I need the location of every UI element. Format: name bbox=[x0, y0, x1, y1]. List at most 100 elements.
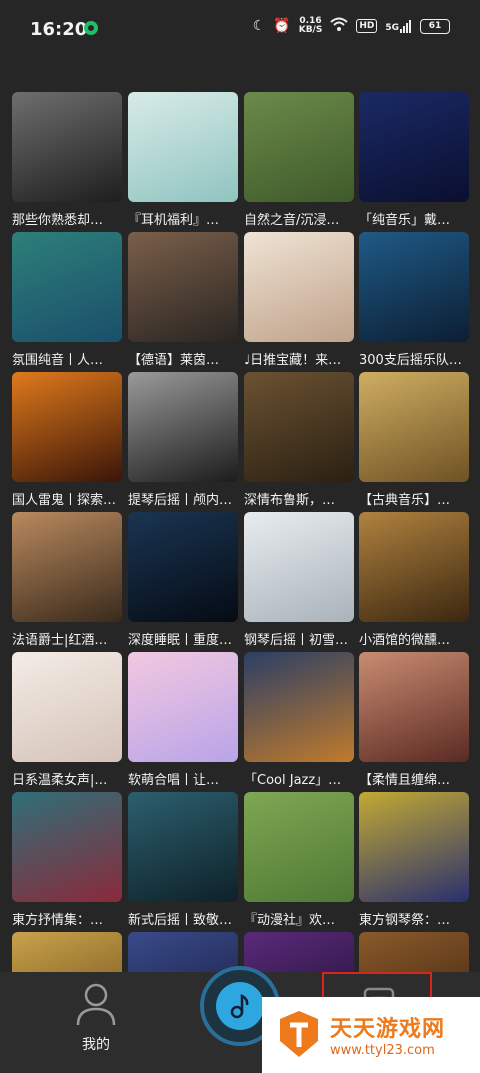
playlist-cover-image bbox=[244, 792, 354, 902]
alarm-icon: ⏰ bbox=[273, 18, 291, 34]
playlist-card[interactable]: 東方抒情集：… bbox=[12, 792, 122, 928]
playlist-card[interactable]: 法语爵士|红酒… bbox=[12, 512, 122, 648]
music-note-icon bbox=[216, 982, 264, 1030]
playlist-card[interactable]: 深度睡眠丨重度… bbox=[128, 512, 238, 648]
playlist-cover-image bbox=[128, 792, 238, 902]
playlist-cover-image bbox=[359, 652, 469, 762]
playlist-cover-image bbox=[359, 232, 469, 342]
watermark: 天天游戏网 www.ttyl23.com bbox=[262, 997, 480, 1073]
playlist-grid: 那些你熟悉却… 『耳机福利』… 自然之音/沉浸… 「纯音乐」戴… 氛围纯音丨人… 【德语】… bbox=[0, 92, 480, 972]
playlist-cover-image bbox=[12, 792, 122, 902]
playlist-card[interactable]: 深情布鲁斯，… bbox=[244, 372, 354, 508]
playlist-cover-image bbox=[128, 932, 238, 972]
playlist-title: ♩日推宝藏！来… bbox=[244, 353, 342, 368]
playlist-cover-image bbox=[359, 792, 469, 902]
playlist-title: 氛围纯音丨人… bbox=[12, 353, 104, 368]
playlist-card[interactable]: 小酒馆的微醺… bbox=[359, 512, 469, 648]
playlist-card[interactable]: ♩日推宝藏！来… bbox=[244, 232, 354, 368]
playlist-card[interactable] bbox=[244, 932, 354, 972]
playlist-title: 「纯音乐」戴… bbox=[359, 213, 451, 228]
playlist-card[interactable]: 『动漫社』欢… bbox=[244, 792, 354, 928]
playlist-title: 那些你熟悉却… bbox=[12, 213, 104, 228]
playlist-title: 法语爵士|红酒… bbox=[12, 633, 108, 648]
playlist-card[interactable]: 日系温柔女声|… bbox=[12, 652, 122, 788]
playlist-title: 『耳机福利』… bbox=[128, 213, 220, 228]
wifi-icon bbox=[330, 17, 348, 35]
playlist-cover-image bbox=[128, 232, 238, 342]
app-notification-icon bbox=[84, 21, 98, 35]
tab-me[interactable]: 我的 bbox=[56, 982, 136, 1054]
watermark-url: www.ttyl23.com bbox=[330, 1043, 435, 1058]
playlist-card[interactable]: 软萌合唱丨让… bbox=[128, 652, 238, 788]
playlist-title: 【古典音乐】… bbox=[359, 493, 451, 508]
playlist-title: 钢琴后摇丨初雪… bbox=[244, 633, 349, 648]
playlist-title: 小酒馆的微醺… bbox=[359, 633, 451, 648]
playlist-title: 国人雷鬼丨探索… bbox=[12, 493, 117, 508]
net-speed: 0.16 KB/S bbox=[299, 17, 323, 35]
playlist-cover-image bbox=[359, 932, 469, 972]
playlist-card[interactable]: 自然之音/沉浸… bbox=[244, 92, 354, 228]
signal-type: 5G bbox=[385, 22, 399, 33]
playlist-cover-image bbox=[244, 652, 354, 762]
playlist-title: 東方钢琴祭：… bbox=[359, 913, 451, 928]
playlist-cover-image bbox=[128, 92, 238, 202]
playlist-title: 【德语】莱茵… bbox=[128, 353, 220, 368]
playlist-card[interactable]: 新式后摇丨致敬… bbox=[128, 792, 238, 928]
tab-me-label: 我的 bbox=[82, 1037, 110, 1053]
playlist-card[interactable]: 提琴后摇丨颅内… bbox=[128, 372, 238, 508]
playlist-card[interactable] bbox=[128, 932, 238, 972]
playlist-cover-image bbox=[244, 932, 354, 972]
playlist-title: 深情布鲁斯，… bbox=[244, 493, 336, 508]
user-icon bbox=[76, 983, 116, 1026]
playlist-card[interactable]: 300支后摇乐队… bbox=[359, 232, 469, 368]
playlist-card[interactable]: 【德语】莱茵… bbox=[128, 232, 238, 368]
moon-icon: ☾ bbox=[252, 18, 266, 34]
playlist-card[interactable] bbox=[12, 932, 122, 972]
playlist-cover-image bbox=[244, 232, 354, 342]
playlist-card[interactable]: 【柔情且缠绵… bbox=[359, 652, 469, 788]
playlist-cover-image bbox=[244, 92, 354, 202]
playlist-card[interactable]: 「纯音乐」戴… bbox=[359, 92, 469, 228]
playlist-card[interactable]: 国人雷鬼丨探索… bbox=[12, 372, 122, 508]
playlist-cover-image bbox=[12, 232, 122, 342]
playlist-card[interactable]: 钢琴后摇丨初雪… bbox=[244, 512, 354, 648]
watermark-logo bbox=[280, 1011, 318, 1057]
playlist-cover-image bbox=[12, 932, 122, 972]
status-icons: ☾ ⏰ 0.16 KB/S HD 5G 61 bbox=[253, 17, 450, 35]
battery-icon: 61 bbox=[420, 18, 450, 34]
playlist-card[interactable]: 【古典音乐】… bbox=[359, 372, 469, 508]
status-time: 16:20 bbox=[30, 19, 88, 40]
playlist-cover-image bbox=[12, 512, 122, 622]
playlist-cover-image bbox=[12, 652, 122, 762]
playlist-cover-image bbox=[128, 652, 238, 762]
watermark-brand: 天天游戏网 bbox=[330, 1017, 446, 1042]
playlist-card[interactable]: 東方钢琴祭：… bbox=[359, 792, 469, 928]
playlist-card[interactable]: 「Cool Jazz」… bbox=[244, 652, 354, 788]
playlist-cover-image bbox=[359, 372, 469, 482]
playlist-title: 深度睡眠丨重度… bbox=[128, 633, 233, 648]
status-bar: 16:20 ☾ ⏰ 0.16 KB/S HD 5G 61 bbox=[0, 0, 480, 58]
playlist-cover-image bbox=[12, 372, 122, 482]
playlist-card[interactable]: 氛围纯音丨人… bbox=[12, 232, 122, 368]
playlist-cover-image bbox=[128, 512, 238, 622]
playlist-title: 東方抒情集：… bbox=[12, 913, 104, 928]
playlist-title: 『动漫社』欢… bbox=[244, 913, 336, 928]
playlist-title: 自然之音/沉浸… bbox=[244, 213, 340, 228]
playlist-card[interactable] bbox=[359, 932, 469, 972]
playlist-title: 日系温柔女声|… bbox=[12, 773, 108, 788]
playlist-title: 提琴后摇丨颅内… bbox=[128, 493, 233, 508]
playlist-card[interactable]: 那些你熟悉却… bbox=[12, 92, 122, 228]
playlist-cover-image bbox=[244, 372, 354, 482]
playlist-card[interactable]: 『耳机福利』… bbox=[128, 92, 238, 228]
playlist-title: 「Cool Jazz」… bbox=[244, 773, 342, 788]
playlist-cover-image bbox=[359, 512, 469, 622]
signal-icon: 5G bbox=[385, 19, 412, 33]
net-speed-unit: KB/S bbox=[298, 25, 323, 35]
playlist-title: 【柔情且缠绵… bbox=[359, 773, 451, 788]
playlist-title: 软萌合唱丨让… bbox=[128, 773, 220, 788]
playlist-title: 300支后摇乐队… bbox=[359, 353, 462, 368]
playlist-cover-image bbox=[12, 92, 122, 202]
playlist-cover-image bbox=[128, 372, 238, 482]
playlist-cover-image bbox=[359, 92, 469, 202]
playlist-title: 新式后摇丨致敬… bbox=[128, 913, 233, 928]
